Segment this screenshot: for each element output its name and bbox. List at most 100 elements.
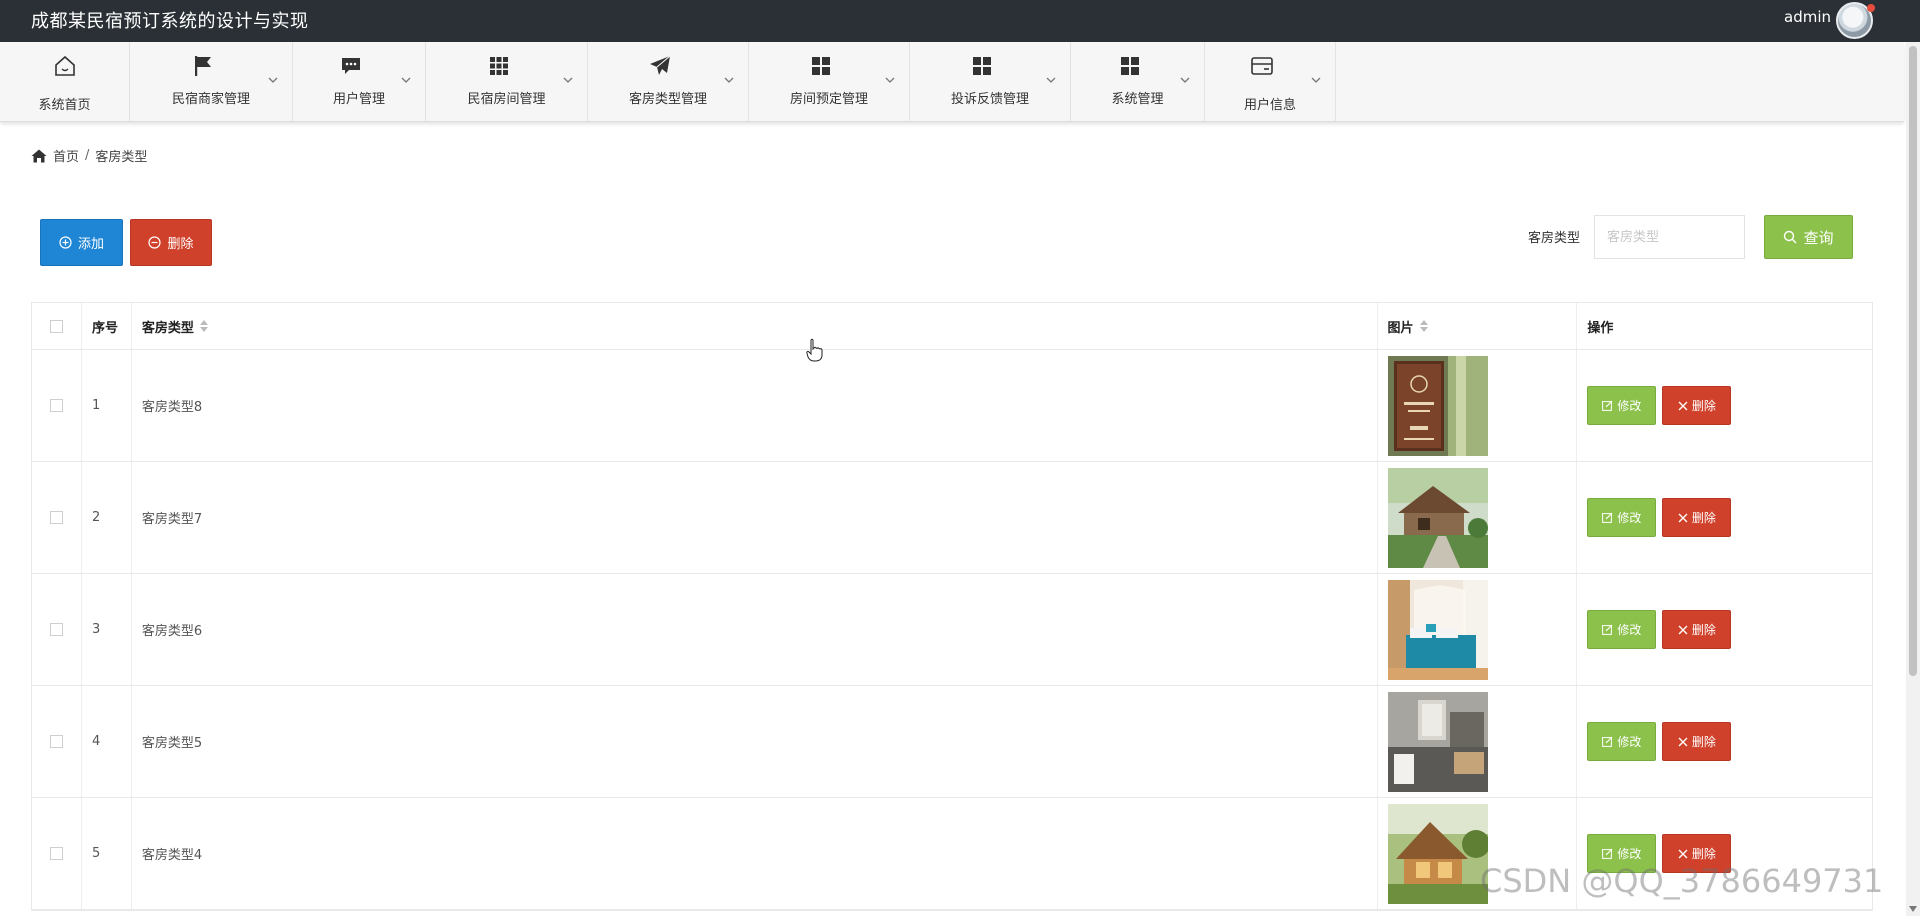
close-icon xyxy=(1678,513,1688,522)
row-checkbox[interactable] xyxy=(49,399,63,412)
header-type: 客房类型 xyxy=(141,320,194,336)
watermark: CSDN @QQ_3786649731 xyxy=(1480,862,1884,900)
chevron-down-icon xyxy=(401,77,411,83)
nav-item-profile[interactable]: 用户信息 xyxy=(1205,42,1336,122)
close-icon xyxy=(1678,849,1688,858)
row-index: 3 xyxy=(91,622,101,637)
edit-icon xyxy=(1602,736,1613,747)
header-index: 序号 xyxy=(91,320,118,336)
breadcrumb-separator: / xyxy=(85,148,90,163)
edit-label: 修改 xyxy=(1617,399,1642,413)
scrollbar-thumb[interactable] xyxy=(1909,46,1917,676)
sort-icon[interactable] xyxy=(1419,320,1428,332)
card-icon xyxy=(1250,54,1274,78)
table-row: 4 客房类型5 修改 删除 xyxy=(32,686,1872,798)
table-header: 序号 客房类型 图片 操作 xyxy=(32,303,1872,350)
breadcrumb-home[interactable]: 首页 xyxy=(53,146,79,165)
scroll-down-arrow-icon[interactable] xyxy=(1909,906,1917,912)
close-icon xyxy=(1678,401,1688,410)
room-type-image[interactable] xyxy=(1387,579,1488,680)
bathroom-photo xyxy=(1387,691,1488,792)
sort-icon[interactable] xyxy=(199,320,208,332)
row-type: 客房类型6 xyxy=(141,624,203,639)
nav-label: 系统管理 xyxy=(1111,92,1164,107)
home-icon xyxy=(31,149,47,162)
row-index: 2 xyxy=(91,510,101,525)
chevron-down-icon xyxy=(1180,77,1190,83)
breadcrumb: 首页 / 客房类型 xyxy=(31,146,147,165)
room-type-image[interactable] xyxy=(1387,803,1488,904)
close-icon xyxy=(1678,737,1688,746)
nav-item-feedback[interactable]: 投诉反馈管理 xyxy=(910,42,1071,122)
nav-label: 用户管理 xyxy=(332,92,385,107)
nav-item-home[interactable]: 系统首页 xyxy=(0,42,130,122)
header-image: 图片 xyxy=(1387,320,1414,336)
nav-item-rooms[interactable]: 民宿房间管理 xyxy=(426,42,588,122)
search-input[interactable] xyxy=(1594,215,1745,259)
delete-label: 删除 xyxy=(1691,735,1716,749)
row-type: 客房类型5 xyxy=(141,736,203,751)
edit-icon xyxy=(1602,400,1613,411)
nav-item-room-types[interactable]: 客房类型管理 xyxy=(588,42,749,122)
table-row: 2 客房类型7 修改 删除 xyxy=(32,462,1872,574)
edit-button[interactable]: 修改 xyxy=(1587,386,1657,425)
row-type: 客房类型4 xyxy=(141,848,203,863)
cabin-garden-photo xyxy=(1387,467,1488,568)
row-index: 4 xyxy=(91,734,101,749)
grid-squares-icon xyxy=(809,54,833,78)
room-type-image[interactable] xyxy=(1387,355,1488,456)
edit-icon xyxy=(1602,624,1613,635)
notification-dot xyxy=(1867,4,1875,12)
select-all-checkbox[interactable] xyxy=(49,319,63,333)
minus-circle-icon xyxy=(148,236,162,249)
row-checkbox[interactable] xyxy=(49,623,63,636)
delete-button[interactable]: 删除 xyxy=(1662,722,1732,761)
room-type-image[interactable] xyxy=(1387,691,1488,792)
chevron-down-icon xyxy=(1046,77,1056,83)
nav-item-merchant[interactable]: 民宿商家管理 xyxy=(130,42,293,122)
row-checkbox[interactable] xyxy=(49,511,63,524)
nav-item-system[interactable]: 系统管理 xyxy=(1071,42,1205,122)
header-image-sortable[interactable]: 图片 xyxy=(1378,303,1578,349)
nav-item-booking[interactable]: 房间预定管理 xyxy=(749,42,910,122)
nav-label: 民宿房间管理 xyxy=(467,92,546,107)
chevron-down-icon xyxy=(268,77,278,83)
breadcrumb-current: 客房类型 xyxy=(95,150,148,165)
batch-delete-button[interactable]: 删除 xyxy=(130,219,212,266)
delete-label: 删除 xyxy=(1691,399,1716,413)
header-type-sortable[interactable]: 客房类型 xyxy=(132,303,1378,349)
edit-button[interactable]: 修改 xyxy=(1587,498,1657,537)
edit-button[interactable]: 修改 xyxy=(1587,722,1657,761)
plus-circle-icon xyxy=(59,236,72,249)
search-button-label: 查询 xyxy=(1803,228,1834,247)
bedroom-photo xyxy=(1387,579,1488,680)
row-index: 1 xyxy=(91,398,101,413)
close-icon xyxy=(1678,625,1688,634)
edit-label: 修改 xyxy=(1617,511,1642,525)
delete-button[interactable]: 删除 xyxy=(1662,498,1732,537)
table-row: 3 客房类型6 修改 删除 xyxy=(32,574,1872,686)
edit-button[interactable]: 修改 xyxy=(1587,610,1657,649)
delete-button[interactable]: 删除 xyxy=(1662,386,1732,425)
header-action: 操作 xyxy=(1587,320,1614,336)
delete-label: 删除 xyxy=(1691,511,1716,525)
search-button[interactable]: 查询 xyxy=(1764,215,1853,259)
nav-label: 房间预定管理 xyxy=(789,92,868,107)
edit-label: 修改 xyxy=(1617,623,1642,637)
edit-label: 修改 xyxy=(1617,735,1642,749)
row-checkbox[interactable] xyxy=(49,735,63,748)
edit-icon xyxy=(1602,512,1613,523)
add-button[interactable]: 添加 xyxy=(40,219,123,266)
page-scrollbar[interactable] xyxy=(1906,42,1920,916)
room-type-image[interactable] xyxy=(1387,467,1488,568)
nav-label: 客房类型管理 xyxy=(628,92,707,107)
flag-icon xyxy=(191,54,215,78)
nav-label: 系统首页 xyxy=(38,98,91,113)
delete-label: 删除 xyxy=(1691,847,1716,861)
nav-item-users[interactable]: 用户管理 xyxy=(293,42,426,122)
room-type-table: 序号 客房类型 图片 操作 1 客房类型8 修改 删除 2 客房类型7 修改 删… xyxy=(31,302,1873,911)
delete-button[interactable]: 删除 xyxy=(1662,610,1732,649)
user-name[interactable]: admin xyxy=(1784,8,1831,26)
row-checkbox[interactable] xyxy=(49,847,63,860)
grid-dots-icon xyxy=(487,54,511,78)
